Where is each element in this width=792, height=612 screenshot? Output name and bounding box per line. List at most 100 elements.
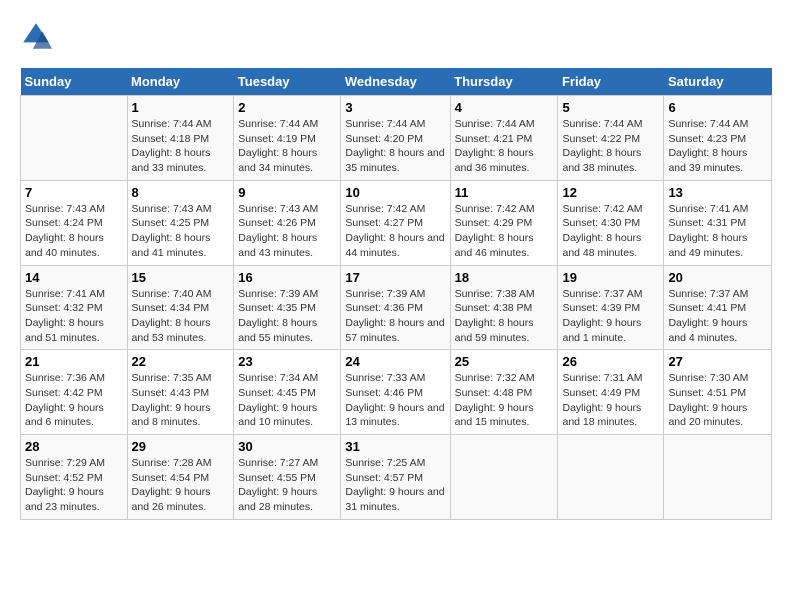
day-number: 1 — [132, 100, 230, 115]
calendar-cell: 5 Sunrise: 7:44 AMSunset: 4:22 PMDaylight… — [558, 96, 664, 181]
calendar-cell: 4Sunrise: 7:44 AMSunset: 4:21 PMDaylight… — [450, 96, 558, 181]
calendar-cell: 15Sunrise: 7:40 AMSunset: 4:34 PMDayligh… — [127, 265, 234, 350]
calendar-cell: 21Sunrise: 7:36 AMSunset: 4:42 PMDayligh… — [21, 350, 128, 435]
calendar-cell: 24Sunrise: 7:33 AMSunset: 4:46 PMDayligh… — [341, 350, 450, 435]
day-number: 9 — [238, 185, 336, 200]
day-info: Sunrise: 7:42 AMSunset: 4:29 PMDaylight:… — [455, 202, 554, 261]
calendar-cell: 30Sunrise: 7:27 AMSunset: 4:55 PMDayligh… — [234, 435, 341, 520]
day-number: 11 — [455, 185, 554, 200]
day-info: Sunrise: 7:37 AMSunset: 4:41 PMDaylight:… — [668, 287, 767, 346]
weekday-header: Monday — [127, 68, 234, 96]
calendar-cell: 17 Sunrise: 7:39 AMSunset: 4:36 PMDayligh… — [341, 265, 450, 350]
day-number: 16 — [238, 270, 336, 285]
day-number: 22 — [132, 354, 230, 369]
calendar-cell: 14Sunrise: 7:41 AMSunset: 4:32 PMDayligh… — [21, 265, 128, 350]
weekday-header: Thursday — [450, 68, 558, 96]
day-info: Sunrise: 7:44 AMSunset: 4:23 PMDaylight:… — [668, 117, 767, 176]
day-info: Sunrise: 7:41 AMSunset: 4:32 PMDaylight:… — [25, 287, 123, 346]
calendar-cell: 19 Sunrise: 7:37 AMSunset: 4:39 PMDayligh… — [558, 265, 664, 350]
logo-icon — [20, 20, 52, 52]
day-number: 13 — [668, 185, 767, 200]
day-info: Sunrise: 7:42 AMSunset: 4:27 PMDaylight:… — [345, 202, 445, 261]
page-header — [20, 20, 772, 52]
day-info: Sunrise: 7:43 AMSunset: 4:26 PMDaylight:… — [238, 202, 336, 261]
calendar-body: 1Sunrise: 7:44 AMSunset: 4:18 PMDaylight… — [21, 96, 772, 520]
calendar-header-row: SundayMondayTuesdayWednesdayThursdayFrid… — [21, 68, 772, 96]
day-info: Sunrise: 7:39 AMSunset: 4:36 PMDaylight:… — [345, 287, 445, 346]
calendar-cell: 3 Sunrise: 7:44 AMSunset: 4:20 PMDaylight… — [341, 96, 450, 181]
day-number: 19 — [562, 270, 659, 285]
calendar-week-row: 28 Sunrise: 7:29 AMSunset: 4:52 PMDayligh… — [21, 435, 772, 520]
calendar-cell — [664, 435, 772, 520]
day-number: 7 — [25, 185, 123, 200]
calendar-cell: 11 Sunrise: 7:42 AMSunset: 4:29 PMDayligh… — [450, 180, 558, 265]
calendar-cell: 1Sunrise: 7:44 AMSunset: 4:18 PMDaylight… — [127, 96, 234, 181]
day-number: 3 — [345, 100, 445, 115]
day-number: 15 — [132, 270, 230, 285]
calendar-cell: 25Sunrise: 7:32 AMSunset: 4:48 PMDayligh… — [450, 350, 558, 435]
day-info: Sunrise: 7:29 AMSunset: 4:52 PMDaylight:… — [25, 456, 123, 515]
calendar-week-row: 1Sunrise: 7:44 AMSunset: 4:18 PMDaylight… — [21, 96, 772, 181]
calendar-cell: 20 Sunrise: 7:37 AMSunset: 4:41 PMDayligh… — [664, 265, 772, 350]
day-number: 21 — [25, 354, 123, 369]
calendar-cell: 8 Sunrise: 7:43 AMSunset: 4:25 PMDaylight… — [127, 180, 234, 265]
day-info: Sunrise: 7:25 AMSunset: 4:57 PMDaylight:… — [345, 456, 445, 515]
day-number: 8 — [132, 185, 230, 200]
day-info: Sunrise: 7:28 AMSunset: 4:54 PMDaylight:… — [132, 456, 230, 515]
calendar-week-row: 21Sunrise: 7:36 AMSunset: 4:42 PMDayligh… — [21, 350, 772, 435]
calendar-cell: 29 Sunrise: 7:28 AMSunset: 4:54 PMDayligh… — [127, 435, 234, 520]
calendar-cell: 28 Sunrise: 7:29 AMSunset: 4:52 PMDayligh… — [21, 435, 128, 520]
calendar-cell — [558, 435, 664, 520]
logo — [20, 20, 56, 52]
day-number: 27 — [668, 354, 767, 369]
calendar-cell: 13 Sunrise: 7:41 AMSunset: 4:31 PMDayligh… — [664, 180, 772, 265]
calendar-week-row: 7 Sunrise: 7:43 AMSunset: 4:24 PMDaylight… — [21, 180, 772, 265]
day-info: Sunrise: 7:44 AMSunset: 4:22 PMDaylight:… — [562, 117, 659, 176]
calendar-cell: 16Sunrise: 7:39 AMSunset: 4:35 PMDayligh… — [234, 265, 341, 350]
day-number: 4 — [455, 100, 554, 115]
calendar-cell: 23 Sunrise: 7:34 AMSunset: 4:45 PMDayligh… — [234, 350, 341, 435]
day-number: 10 — [345, 185, 445, 200]
day-number: 29 — [132, 439, 230, 454]
day-info: Sunrise: 7:30 AMSunset: 4:51 PMDaylight:… — [668, 371, 767, 430]
day-number: 12 — [562, 185, 659, 200]
day-info: Sunrise: 7:34 AMSunset: 4:45 PMDaylight:… — [238, 371, 336, 430]
calendar-table: SundayMondayTuesdayWednesdayThursdayFrid… — [20, 68, 772, 520]
calendar-cell: 26 Sunrise: 7:31 AMSunset: 4:49 PMDayligh… — [558, 350, 664, 435]
day-info: Sunrise: 7:38 AMSunset: 4:38 PMDaylight:… — [455, 287, 554, 346]
weekday-header: Tuesday — [234, 68, 341, 96]
calendar-cell: 7 Sunrise: 7:43 AMSunset: 4:24 PMDaylight… — [21, 180, 128, 265]
weekday-header: Wednesday — [341, 68, 450, 96]
day-info: Sunrise: 7:44 AMSunset: 4:19 PMDaylight:… — [238, 117, 336, 176]
day-number: 17 — [345, 270, 445, 285]
day-info: Sunrise: 7:35 AMSunset: 4:43 PMDaylight:… — [132, 371, 230, 430]
weekday-header: Saturday — [664, 68, 772, 96]
weekday-header: Sunday — [21, 68, 128, 96]
calendar-cell: 18Sunrise: 7:38 AMSunset: 4:38 PMDayligh… — [450, 265, 558, 350]
day-number: 6 — [668, 100, 767, 115]
day-number: 26 — [562, 354, 659, 369]
calendar-cell: 31 Sunrise: 7:25 AMSunset: 4:57 PMDayligh… — [341, 435, 450, 520]
calendar-cell: 9 Sunrise: 7:43 AMSunset: 4:26 PMDaylight… — [234, 180, 341, 265]
day-info: Sunrise: 7:37 AMSunset: 4:39 PMDaylight:… — [562, 287, 659, 346]
day-number: 24 — [345, 354, 445, 369]
calendar-cell: 12 Sunrise: 7:42 AMSunset: 4:30 PMDayligh… — [558, 180, 664, 265]
calendar-cell: 2Sunrise: 7:44 AMSunset: 4:19 PMDaylight… — [234, 96, 341, 181]
day-info: Sunrise: 7:41 AMSunset: 4:31 PMDaylight:… — [668, 202, 767, 261]
day-info: Sunrise: 7:43 AMSunset: 4:24 PMDaylight:… — [25, 202, 123, 261]
day-number: 20 — [668, 270, 767, 285]
day-number: 31 — [345, 439, 445, 454]
calendar-cell — [21, 96, 128, 181]
day-number: 30 — [238, 439, 336, 454]
day-number: 23 — [238, 354, 336, 369]
day-info: Sunrise: 7:43 AMSunset: 4:25 PMDaylight:… — [132, 202, 230, 261]
day-info: Sunrise: 7:31 AMSunset: 4:49 PMDaylight:… — [562, 371, 659, 430]
day-number: 5 — [562, 100, 659, 115]
day-number: 28 — [25, 439, 123, 454]
calendar-cell: 6 Sunrise: 7:44 AMSunset: 4:23 PMDaylight… — [664, 96, 772, 181]
day-number: 25 — [455, 354, 554, 369]
day-info: Sunrise: 7:42 AMSunset: 4:30 PMDaylight:… — [562, 202, 659, 261]
calendar-week-row: 14Sunrise: 7:41 AMSunset: 4:32 PMDayligh… — [21, 265, 772, 350]
day-info: Sunrise: 7:44 AMSunset: 4:20 PMDaylight:… — [345, 117, 445, 176]
calendar-cell: 27 Sunrise: 7:30 AMSunset: 4:51 PMDayligh… — [664, 350, 772, 435]
